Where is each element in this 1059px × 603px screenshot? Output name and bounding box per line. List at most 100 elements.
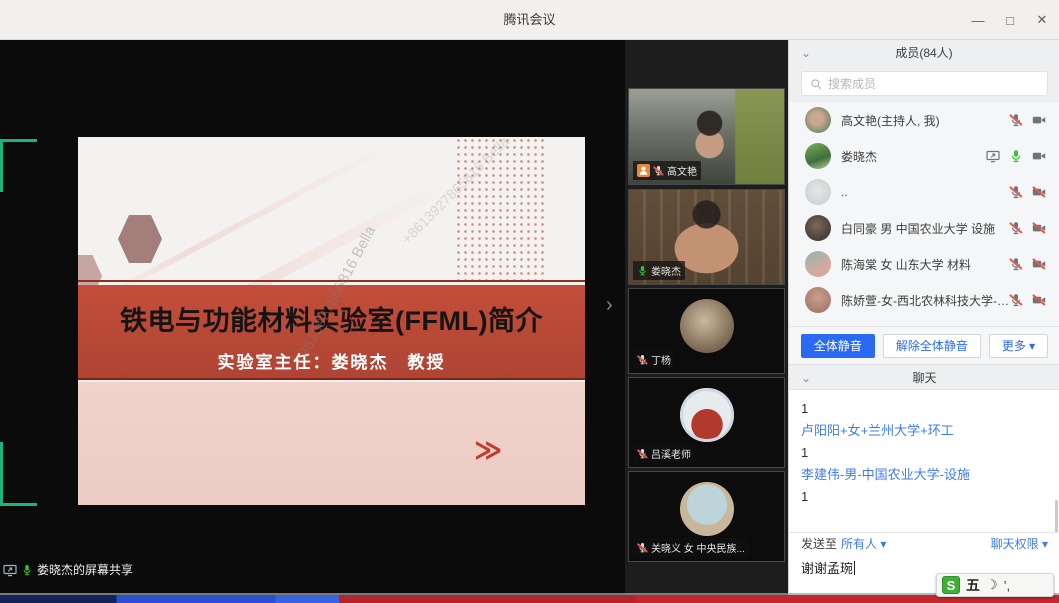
mic-muted-icon[interactable] <box>1009 257 1023 271</box>
chat-header-title: 聊天 <box>912 371 936 385</box>
chat-message: 1 <box>801 442 1048 464</box>
slide-banner-topline <box>78 280 585 282</box>
camera-on-icon[interactable] <box>1032 113 1046 127</box>
meeting-window: 腾讯会议 — □ ✕ 铁电与功能材料实验室(FFML)简介 <box>0 0 1059 603</box>
titlebar: 腾讯会议 — □ ✕ <box>0 0 1059 40</box>
member-row[interactable]: 高文艳(主持人, 我) <box>789 102 1059 138</box>
chat-footer: 发送至 所有人 ▾ 聊天权限 ▾ <box>789 532 1059 554</box>
members-header-title: 成员(84人) <box>895 46 952 60</box>
camera-off-icon[interactable] <box>1032 257 1046 271</box>
video-thumbnail-5[interactable]: 关晓义 女 中央民族... <box>628 471 785 562</box>
share-region-bracket-top-left <box>0 139 37 142</box>
member-row[interactable]: 陈海棠 女 山东大学 材料 <box>789 246 1059 282</box>
minimize-button[interactable]: — <box>971 13 985 28</box>
ime-punctuation-icon[interactable]: ’, <box>1004 578 1011 593</box>
video-thumbnail-2[interactable]: 娄晓杰 <box>628 189 785 285</box>
send-to-label: 发送至 <box>801 535 837 552</box>
members-header: ⌄ 成员(84人) <box>789 40 1059 66</box>
member-action-buttons: 全体静音 解除全体静音 更多 ▾ <box>789 326 1059 364</box>
mic-live-icon[interactable] <box>1009 149 1023 163</box>
member-row[interactable]: 娄晓杰 <box>789 138 1059 174</box>
camera-off-icon[interactable] <box>1032 221 1046 235</box>
text-caret <box>854 561 855 575</box>
participant-name: 关晓义 女 中央民族... <box>651 540 745 555</box>
member-row[interactable]: 陈娇萱-女-西北农林科技大学-动医 <box>789 282 1059 318</box>
share-region-bracket-bottom-left-v <box>0 442 3 506</box>
video-label: 丁杨 <box>633 350 675 369</box>
member-search-box[interactable] <box>801 71 1048 96</box>
mic-muted-icon[interactable] <box>1009 113 1023 127</box>
member-icons <box>1009 257 1046 271</box>
search-icon <box>810 78 822 90</box>
side-panel: ⌄ 成员(84人) 高文艳(主持人, 我) 娄晓杰 <box>788 40 1059 595</box>
chat-sender-link[interactable]: 卢阳阳+女+兰州大学+环工 <box>801 420 1048 442</box>
avatar <box>805 287 831 313</box>
mic-muted-icon[interactable] <box>1009 221 1023 235</box>
camera-on-icon[interactable] <box>1032 149 1046 163</box>
avatar <box>805 143 831 169</box>
chat-scrollbar[interactable] <box>1055 500 1058 532</box>
share-region-bracket-top-left-v <box>0 139 3 192</box>
member-row[interactable]: 白同豪 男 中国农业大学 设施 <box>789 210 1059 246</box>
video-panel-collapse-chevron[interactable]: › <box>606 295 613 315</box>
video-thumbnail-3[interactable]: 丁杨 <box>628 288 785 374</box>
avatar <box>805 215 831 241</box>
member-icons <box>1009 113 1046 127</box>
member-icons <box>986 149 1046 163</box>
chat-header: ⌄ 聊天 <box>789 364 1059 390</box>
avatar <box>805 107 831 133</box>
more-button[interactable]: 更多 ▾ <box>989 334 1048 358</box>
chat-sender-link[interactable]: 李建伟-男-中国农业大学-设施 <box>801 464 1048 486</box>
ime-logo-icon[interactable]: S <box>942 576 960 594</box>
chat-messages: 1 卢阳阳+女+兰州大学+环工 1 李建伟-男-中国农业大学-设施 1 <box>789 390 1059 532</box>
share-status-text: 娄晓杰的屏幕共享 <box>37 561 133 578</box>
member-name: 白同豪 男 中国农业大学 设施 <box>841 220 1009 237</box>
mic-muted-icon[interactable] <box>1009 185 1023 199</box>
slide-dot-grid-decoration <box>455 137 547 285</box>
camera-off-icon[interactable] <box>1032 293 1046 307</box>
app-title: 腾讯会议 <box>0 0 1059 40</box>
member-search-input[interactable] <box>828 77 1039 91</box>
maximize-button[interactable]: □ <box>1003 13 1017 28</box>
member-name: .. <box>841 185 1009 199</box>
mic-muted-icon[interactable] <box>1009 293 1023 307</box>
send-to-dropdown[interactable]: 所有人 ▾ <box>841 535 886 552</box>
mic-muted-icon <box>637 448 648 459</box>
participant-name: 丁杨 <box>651 352 671 367</box>
share-monitor-icon <box>3 563 17 577</box>
ime-mode-toggle[interactable]: 五 <box>966 575 980 595</box>
participant-name: 吕溪老师 <box>651 446 691 461</box>
ime-toolbar[interactable]: S 五 ☽ ’, <box>936 573 1054 597</box>
mic-muted-icon <box>653 165 664 176</box>
chat-collapse-chevron-icon[interactable]: ⌄ <box>801 365 811 391</box>
member-row[interactable]: .. <box>789 174 1059 210</box>
chat-input-text: 谢谢孟琬 <box>801 561 853 576</box>
host-badge-icon <box>637 164 650 177</box>
presentation-slide: 铁电与功能材料实验室(FFML)简介 实验室主任：娄晓杰 教授 ≫ +86139… <box>78 137 585 505</box>
avatar <box>680 299 734 353</box>
video-thumbnail-4[interactable]: 吕溪老师 <box>628 377 785 468</box>
chat-permission-dropdown[interactable]: 聊天权限 ▾ <box>991 535 1048 552</box>
mic-muted-icon <box>637 542 648 553</box>
camera-off-icon[interactable] <box>1032 185 1046 199</box>
participant-name: 娄晓杰 <box>651 263 681 278</box>
unmute-all-button[interactable]: 解除全体静音 <box>883 334 981 358</box>
video-thumbnail-column: 高文艳 娄晓杰 丁杨 吕溪老师 <box>625 40 788 595</box>
mic-muted-icon <box>637 354 648 365</box>
screen-share-status: 娄晓杰的屏幕共享 <box>3 561 133 578</box>
member-name: 陈娇萱-女-西北农林科技大学-动医 <box>841 292 1009 309</box>
avatar <box>805 179 831 205</box>
mute-all-button[interactable]: 全体静音 <box>801 334 875 358</box>
close-button[interactable]: ✕ <box>1035 12 1049 28</box>
participant-name: 高文艳 <box>667 163 697 178</box>
mic-live-icon <box>637 265 648 276</box>
video-thumbnail-1[interactable]: 高文艳 <box>628 88 785 185</box>
member-name: 陈海棠 女 山东大学 材料 <box>841 256 1009 273</box>
taskbar-sliver[interactable] <box>0 595 1059 603</box>
video-label: 高文艳 <box>633 161 701 180</box>
members-collapse-chevron-icon[interactable]: ⌄ <box>801 40 811 66</box>
mic-live-icon <box>21 564 33 576</box>
ime-moon-icon[interactable]: ☽ <box>986 577 998 593</box>
avatar <box>680 388 734 442</box>
slide-subtitle: 实验室主任：娄晓杰 教授 <box>78 348 585 373</box>
